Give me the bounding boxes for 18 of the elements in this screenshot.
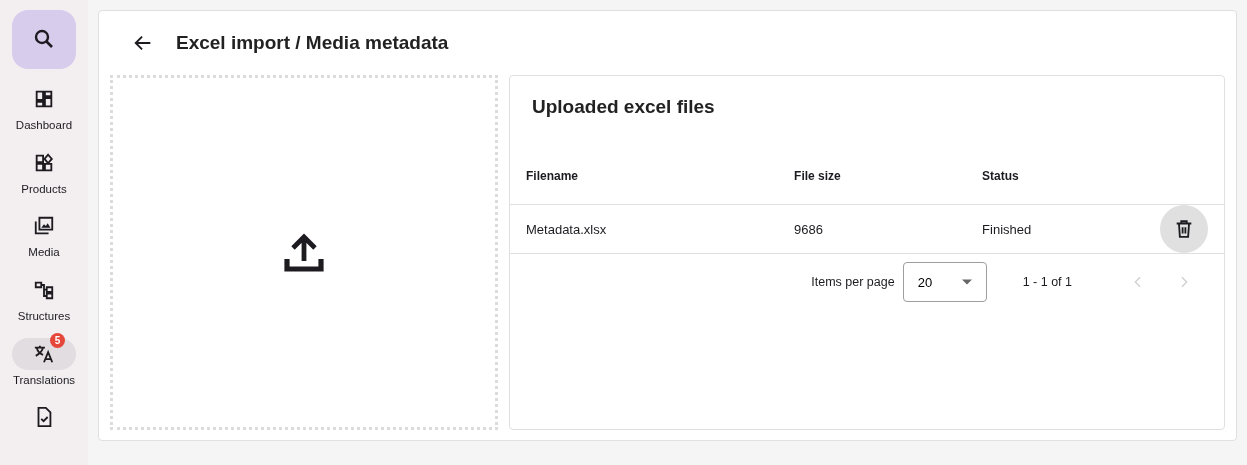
caret-icon (961, 279, 972, 285)
shapes-icon (33, 151, 55, 174)
delete-button[interactable] (1160, 205, 1208, 253)
page-title: Excel import / Media metadata (176, 32, 449, 54)
items-per-page-label: Items per page (811, 275, 895, 289)
column-header: File size (778, 148, 967, 205)
page-size-select[interactable]: 20 (902, 262, 987, 302)
table-cell: 9686 (778, 204, 967, 254)
column-header: Filename (510, 148, 779, 205)
table-cell: Metadata.xlsx (510, 204, 779, 254)
upload-dropzone[interactable] (110, 75, 498, 430)
notification-badge: 5 (50, 332, 65, 348)
nav-item[interactable]: 5 Translations (0, 331, 88, 402)
table-cell: Finished (966, 204, 1160, 254)
search-button[interactable] (12, 10, 76, 69)
range-label: 1 - 1 of 1 (1022, 275, 1072, 289)
panel-title: Uploaded excel files (532, 96, 716, 118)
column-header: Status (966, 148, 1160, 205)
